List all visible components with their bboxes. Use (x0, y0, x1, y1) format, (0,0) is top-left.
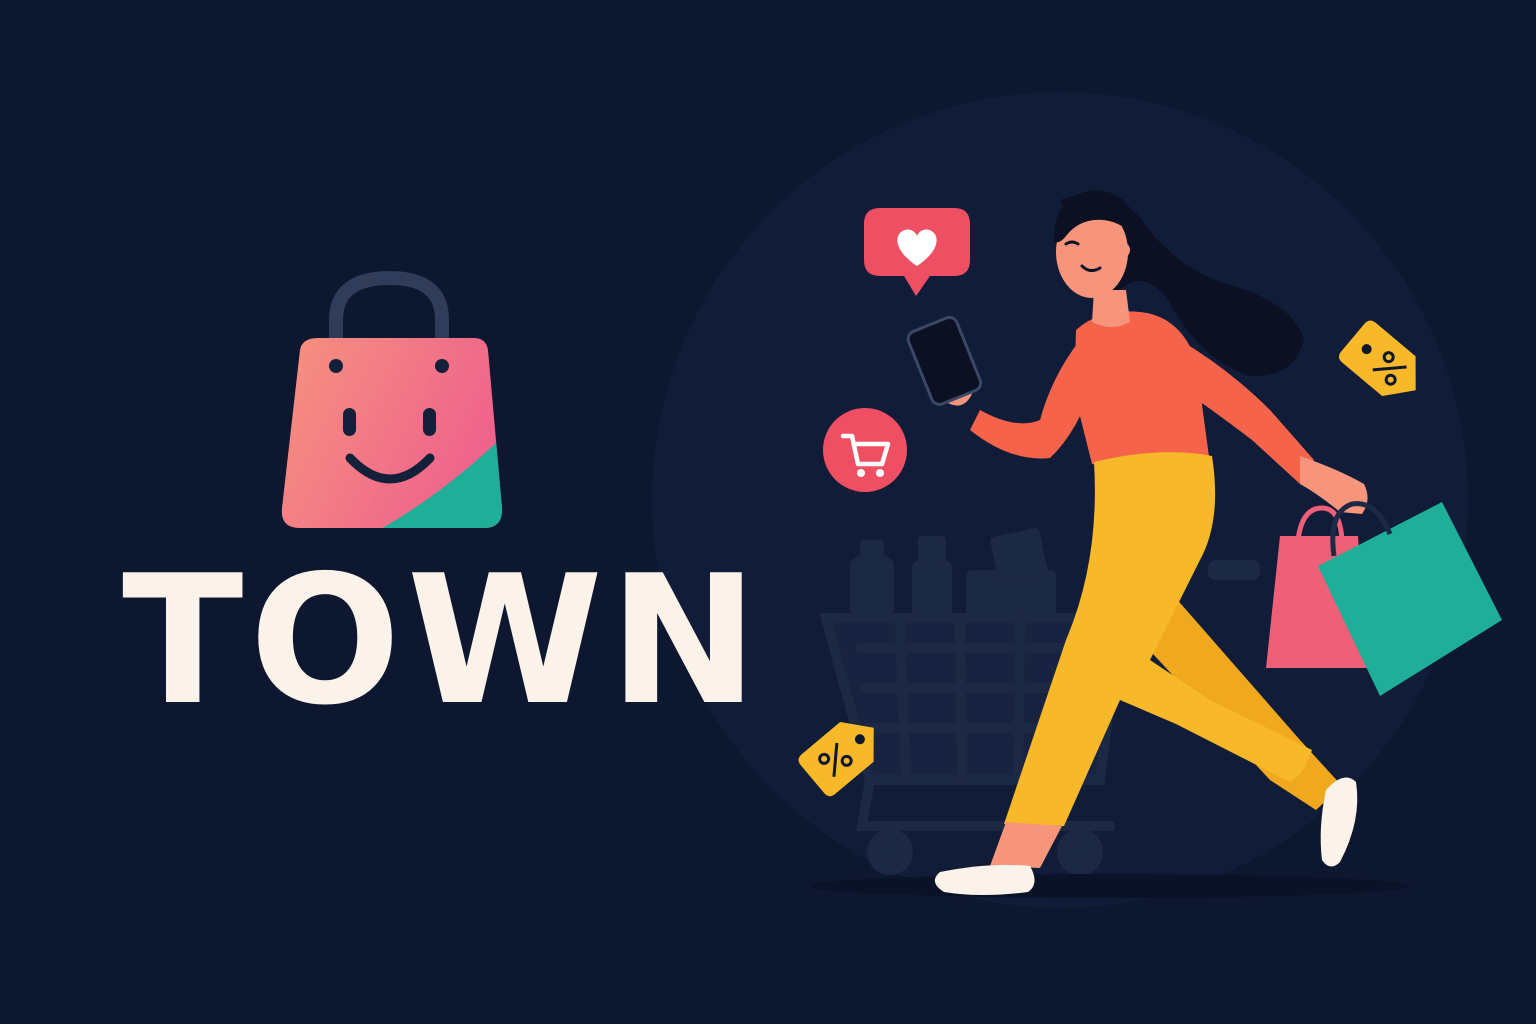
brand-wordmark: TOWN (122, 537, 765, 744)
floor-shadow (810, 874, 1410, 898)
hero-banner: TOWN (0, 0, 1536, 1024)
smiling-shopping-bag-icon (281, 270, 503, 528)
illustration-canvas (281, 92, 1502, 908)
shopping-cart-icon (823, 408, 907, 492)
